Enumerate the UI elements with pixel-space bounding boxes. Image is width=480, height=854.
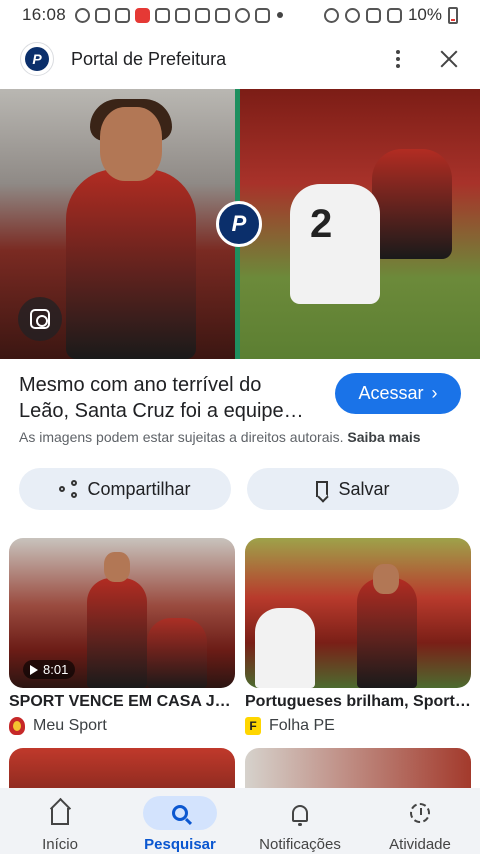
nav-home[interactable]: Início: [0, 788, 120, 854]
chevron-right-icon: ›: [431, 383, 438, 403]
result-headline[interactable]: Mesmo com ano terrível do Leão, Santa Cr…: [19, 372, 315, 424]
related-thumbnail[interactable]: 8:01: [9, 538, 235, 688]
access-button[interactable]: Acessar ›: [335, 373, 461, 414]
lens-icon: [30, 309, 50, 329]
portal-logo-icon: P: [216, 201, 262, 247]
nav-notifications-pill: [263, 796, 337, 830]
nav-activity-label: Atividade: [389, 836, 451, 853]
player-figure: [87, 578, 147, 688]
nav-notifications-label: Notificações: [259, 836, 341, 853]
nav-search-label: Pesquisar: [144, 836, 216, 853]
status-bar: 16:08 10%: [0, 0, 480, 30]
play-icon: [30, 664, 38, 675]
nav-activity-pill: [383, 796, 457, 830]
nav-search[interactable]: Pesquisar: [120, 788, 240, 854]
home-icon: [51, 807, 69, 825]
carrier-icon: [195, 7, 211, 23]
nav-search-pill: [143, 796, 217, 830]
related-thumbnail[interactable]: [245, 748, 471, 790]
bottom-navigation: Início Pesquisar Notificações Atividade: [0, 788, 480, 854]
nav-home-pill: [23, 796, 97, 830]
instagram-icon: [115, 7, 131, 23]
player-figure: [372, 149, 452, 259]
signal-icon: [386, 7, 402, 23]
nav-home-label: Início: [42, 836, 78, 853]
sync-icon: [235, 7, 251, 23]
related-result[interactable]: [245, 748, 471, 790]
carrier-icon: [175, 7, 191, 23]
battery-percent: 10%: [407, 5, 442, 24]
more-options-icon[interactable]: [388, 47, 408, 71]
system-status: 10%: [323, 5, 458, 25]
hero-image[interactable]: 2 P: [0, 89, 480, 359]
meu-sport-logo-icon: [9, 717, 25, 735]
sim-icon: [215, 7, 231, 23]
bookmark-icon: [316, 481, 329, 497]
related-title[interactable]: Portugueses brilham, Sport…: [245, 693, 471, 711]
app-icon: [135, 7, 151, 23]
site-logo-letter: P: [25, 47, 49, 71]
related-thumbnail[interactable]: [9, 748, 235, 790]
alarm-icon: [323, 7, 339, 23]
player-face: [104, 552, 130, 582]
jersey-number: 2: [310, 202, 333, 246]
player-face: [373, 564, 399, 594]
player-figure: 2: [290, 184, 380, 304]
related-source: F Folha PE: [245, 717, 471, 735]
bell-icon: [292, 804, 308, 826]
save-button[interactable]: Salvar: [247, 468, 459, 510]
message-icon: [95, 7, 111, 23]
player-figure: [357, 578, 417, 688]
share-button[interactable]: Compartilhar: [19, 468, 231, 510]
more-notifications-icon: [277, 12, 284, 18]
share-button-label: Compartilhar: [87, 478, 191, 499]
share-icon: [59, 480, 78, 498]
player-figure: [66, 169, 196, 359]
related-title[interactable]: SPORT VENCE EM CASA JOG…: [9, 693, 235, 711]
source-name: Folha PE: [269, 717, 335, 734]
lens-button[interactable]: [18, 297, 62, 341]
related-result[interactable]: [9, 748, 235, 790]
nav-activity[interactable]: Atividade: [360, 788, 480, 854]
result-header: P Portal de Prefeitura: [0, 36, 480, 82]
access-button-label: Acessar: [358, 383, 424, 403]
related-result[interactable]: Portugueses brilham, Sport… F Folha PE: [245, 538, 471, 735]
save-button-label: Salvar: [338, 478, 390, 499]
player-face: [100, 107, 162, 181]
related-source: Meu Sport: [9, 717, 235, 735]
search-icon: [172, 805, 188, 821]
related-thumbnail[interactable]: [245, 538, 471, 688]
player-figure: [255, 608, 315, 688]
activity-icon: [410, 803, 430, 823]
source-name: Meu Sport: [33, 717, 107, 734]
instagram-icon: [155, 7, 171, 23]
signal-icon: [365, 7, 381, 23]
battery-icon: [448, 6, 458, 24]
tools-icon: [255, 7, 271, 23]
site-title: Portal de Prefeitura: [71, 48, 227, 69]
copyright-notice: As imagens podem estar sujeitas a direit…: [19, 429, 421, 445]
learn-more-link[interactable]: Saiba mais: [347, 429, 420, 445]
video-duration: 8:01: [43, 662, 69, 677]
site-logo: P: [20, 42, 54, 76]
folha-pe-logo-icon: F: [245, 717, 261, 735]
copyright-text: As imagens podem estar sujeitas a direit…: [19, 429, 344, 445]
wifi-icon: [344, 7, 360, 23]
close-icon[interactable]: [438, 48, 460, 70]
nav-notifications[interactable]: Notificações: [240, 788, 360, 854]
status-time: 16:08: [22, 5, 67, 24]
related-result[interactable]: 8:01 SPORT VENCE EM CASA JOG… Meu Sport: [9, 538, 235, 735]
player-figure: [147, 618, 207, 688]
notification-icons: [75, 7, 284, 23]
whatsapp-icon: [75, 7, 91, 23]
video-duration-badge: 8:01: [23, 660, 76, 679]
